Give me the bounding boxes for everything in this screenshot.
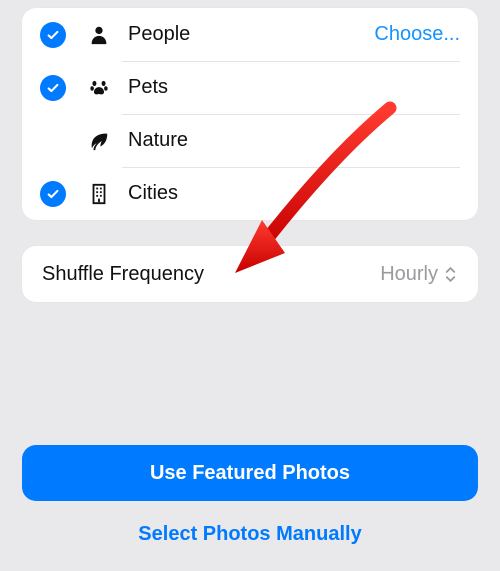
use-featured-photos-button[interactable]: Use Featured Photos — [22, 445, 478, 501]
checkmark-icon[interactable] — [40, 22, 66, 48]
bottom-actions: Use Featured Photos Select Photos Manual… — [0, 445, 500, 561]
person-icon — [86, 22, 112, 48]
category-label: Cities — [128, 182, 460, 205]
category-row-nature[interactable]: Nature — [22, 114, 478, 167]
paw-icon — [86, 75, 112, 101]
leaf-icon — [86, 128, 112, 154]
category-row-pets[interactable]: Pets — [22, 61, 478, 114]
checkbox-empty[interactable] — [40, 128, 66, 154]
category-list: People Choose... Pets Nature Cities — [22, 8, 478, 220]
category-label: People — [128, 23, 374, 46]
up-down-chevron-icon — [444, 263, 458, 285]
category-row-people[interactable]: People Choose... — [22, 8, 478, 61]
setting-value: Hourly — [380, 263, 438, 286]
choose-button[interactable]: Choose... — [374, 23, 460, 46]
checkmark-icon[interactable] — [40, 75, 66, 101]
setting-label: Shuffle Frequency — [42, 263, 380, 286]
category-label: Nature — [128, 129, 460, 152]
select-photos-manually-button[interactable]: Select Photos Manually — [22, 507, 478, 561]
category-row-cities[interactable]: Cities — [22, 167, 478, 220]
checkmark-icon[interactable] — [40, 181, 66, 207]
building-icon — [86, 181, 112, 207]
shuffle-frequency-row[interactable]: Shuffle Frequency Hourly — [22, 246, 478, 302]
category-label: Pets — [128, 76, 460, 99]
shuffle-frequency-card: Shuffle Frequency Hourly — [22, 246, 478, 302]
